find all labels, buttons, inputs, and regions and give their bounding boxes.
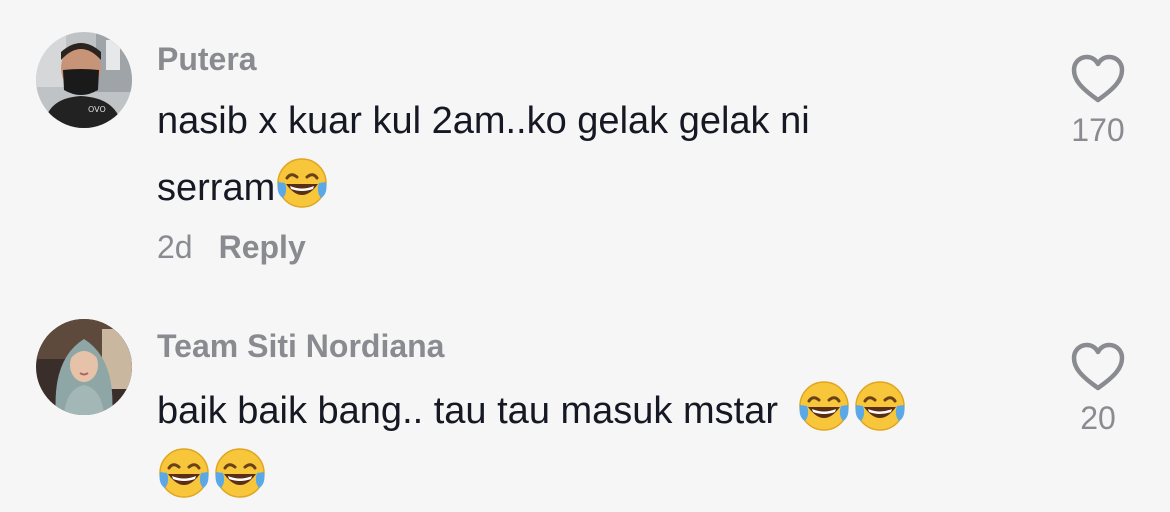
comment-text-line: baik baik bang.. tau tau masuk mstar xyxy=(157,390,778,432)
comment-text-line: nasib x kuar kul 2am..ko gelak gelak ni xyxy=(157,100,810,142)
like-button[interactable]: 170 xyxy=(1058,54,1138,149)
comment-text: nasib x kuar kul 2am..ko gelak gelak ni … xyxy=(157,88,1027,222)
comment-meta: 2d Reply xyxy=(157,229,306,266)
heart-icon xyxy=(1071,54,1125,103)
comment-timestamp: 2d xyxy=(157,229,193,265)
like-button[interactable]: 20 xyxy=(1058,342,1138,437)
comment-text: baik baik bang.. tau tau masuk mstar xyxy=(157,378,1037,512)
heart-icon xyxy=(1071,342,1125,391)
avatar[interactable]: OVO xyxy=(36,32,132,128)
like-count: 20 xyxy=(1080,400,1116,436)
svg-text:OVO: OVO xyxy=(88,105,106,114)
reply-button[interactable]: Reply xyxy=(219,229,306,265)
face-with-tears-of-joy-icon xyxy=(797,380,850,432)
face-with-tears-of-joy-icon xyxy=(853,380,906,432)
avatar-woman-hijab-icon xyxy=(36,319,132,415)
face-with-tears-of-joy-icon xyxy=(214,447,266,499)
like-count: 170 xyxy=(1071,112,1125,148)
face-with-tears-of-joy-icon xyxy=(158,447,210,499)
avatar[interactable] xyxy=(36,319,132,415)
face-with-tears-of-joy-icon xyxy=(276,157,329,209)
comment-text-line: serram xyxy=(157,167,276,209)
comment-author[interactable]: Putera xyxy=(157,41,257,78)
avatar-man-mask-icon: OVO xyxy=(36,32,132,128)
comment-author[interactable]: Team Siti Nordiana xyxy=(157,328,444,365)
